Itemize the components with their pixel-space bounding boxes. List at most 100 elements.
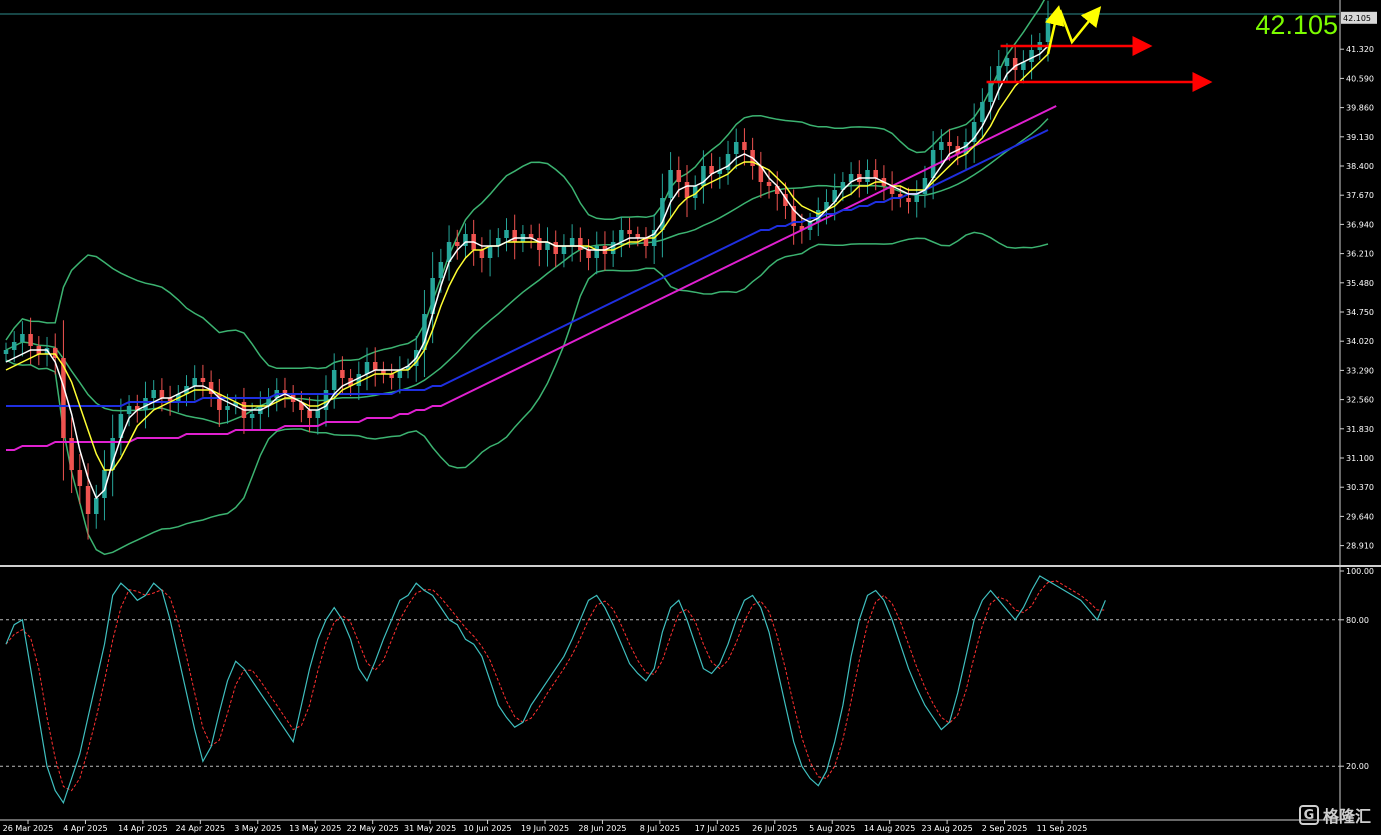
candle-body <box>225 406 230 410</box>
candle-body <box>151 390 156 398</box>
time-tick-label: 19 Jun 2025 <box>521 824 569 833</box>
candle-body <box>487 246 493 258</box>
time-tick-label: 26 Mar 2025 <box>3 824 54 833</box>
time-tick-label: 10 Jun 2025 <box>463 824 511 833</box>
candle-body <box>438 262 444 278</box>
stoch-tick-label: 80.00 <box>1346 616 1369 625</box>
price-tick-label: 34.750 <box>1346 308 1374 317</box>
candle-body <box>512 230 517 242</box>
time-tick-label: 4 Apr 2025 <box>63 824 107 833</box>
candle-body <box>126 406 132 414</box>
candle-body <box>307 410 312 418</box>
price-tick-label: 31.830 <box>1346 425 1374 434</box>
candle-body <box>996 66 1002 82</box>
candle-body <box>668 170 673 198</box>
time-tick-label: 26 Jul 2025 <box>752 824 797 833</box>
time-tick-label: 31 May 2025 <box>404 824 456 833</box>
candle-body <box>20 334 25 342</box>
price-tick-label: 38.400 <box>1346 162 1374 171</box>
price-tick-label: 32.560 <box>1346 396 1374 405</box>
price-tick-label: 40.590 <box>1346 74 1374 83</box>
candle-body <box>733 142 739 154</box>
candle-body <box>85 486 91 514</box>
time-tick-label: 13 May 2025 <box>289 824 341 833</box>
logo-icon: G <box>1298 805 1319 825</box>
candle-body <box>372 362 378 370</box>
price-tick-label: 41.320 <box>1346 45 1374 54</box>
stoch-tick-label: 100.00 <box>1346 567 1374 576</box>
price-tick-label: 39.130 <box>1346 133 1374 142</box>
candle-body <box>865 170 870 182</box>
price-tick-label: 36.210 <box>1346 250 1374 259</box>
candle-body <box>988 82 993 102</box>
price-tick-label: 28.910 <box>1346 542 1374 551</box>
time-tick-label: 17 Jul 2025 <box>695 824 740 833</box>
candle-body <box>479 250 485 258</box>
candle-body <box>315 410 321 418</box>
candle-body <box>200 378 206 382</box>
candle-body <box>28 334 33 346</box>
current-price-label: 42.105 <box>1255 10 1338 40</box>
chart-background <box>0 0 1381 835</box>
price-tick-label: 37.670 <box>1346 191 1374 200</box>
stoch-tick-label: 20.00 <box>1346 762 1369 771</box>
price-tick-label: 39.860 <box>1346 104 1374 113</box>
candle-body <box>1004 58 1010 66</box>
candle-body <box>873 170 878 178</box>
candle-body <box>586 250 591 258</box>
time-tick-label: 28 Jun 2025 <box>578 824 626 833</box>
price-tick-label: 30.370 <box>1346 483 1374 492</box>
candle-body <box>939 142 944 150</box>
candle-body <box>455 242 460 246</box>
candle-body <box>725 154 731 170</box>
candle-body <box>684 182 690 198</box>
time-tick-label: 2 Sep 2025 <box>982 824 1028 833</box>
candle-body <box>1029 50 1034 62</box>
candle-body <box>980 102 985 122</box>
candle-body <box>143 398 148 410</box>
candle-body <box>504 230 509 238</box>
time-tick-label: 14 Aug 2025 <box>864 824 915 833</box>
candle-body <box>930 150 936 178</box>
candle-body <box>569 238 575 246</box>
candle-body <box>553 242 558 254</box>
candle-body <box>1045 18 1051 42</box>
price-tick-label: 35.480 <box>1346 279 1374 288</box>
time-tick-label: 14 Apr 2025 <box>118 824 167 833</box>
price-tick-label: 34.020 <box>1346 337 1374 346</box>
chart-canvas: 41.320 40.590 39.860 39.130 38.400 37.670 36.9… <box>0 0 1381 835</box>
time-tick-label: 23 Aug 2025 <box>921 824 972 833</box>
candle-body <box>578 238 583 250</box>
watermark-text: 格隆汇 <box>1322 807 1371 826</box>
price-tick-label: 36.940 <box>1346 220 1374 229</box>
candle-body <box>77 470 83 486</box>
candle-body <box>619 230 624 242</box>
price-tick-label: 33.290 <box>1346 366 1374 375</box>
candle-body <box>356 374 362 386</box>
candle-body <box>340 370 345 378</box>
candle-body <box>766 182 772 186</box>
watermark: G 格隆汇 <box>1298 803 1371 827</box>
candle-body <box>561 246 567 254</box>
candle-body <box>947 142 952 146</box>
time-tick-label: 8 Jul 2025 <box>640 824 680 833</box>
candle-body <box>594 246 599 258</box>
candle-body <box>537 238 542 250</box>
candle-body <box>627 230 632 234</box>
price-badge-text: 42.105 <box>1343 14 1371 23</box>
candle-body <box>3 350 9 354</box>
time-tick-label: 22 May 2025 <box>347 824 399 833</box>
time-tick-label: 5 Aug 2025 <box>809 824 855 833</box>
time-tick-label: 11 Sep 2025 <box>1037 824 1088 833</box>
candle-body <box>249 414 255 418</box>
candle-body <box>906 198 911 202</box>
price-tick-label: 31.100 <box>1346 454 1374 463</box>
candle-body <box>914 194 919 202</box>
candle-body <box>192 378 197 386</box>
time-tick-label: 3 May 2025 <box>234 824 281 833</box>
candle-body <box>11 342 17 350</box>
candle-body <box>159 390 165 398</box>
candle-body <box>331 370 337 390</box>
candle-body <box>94 498 99 514</box>
candle-body <box>742 142 747 150</box>
